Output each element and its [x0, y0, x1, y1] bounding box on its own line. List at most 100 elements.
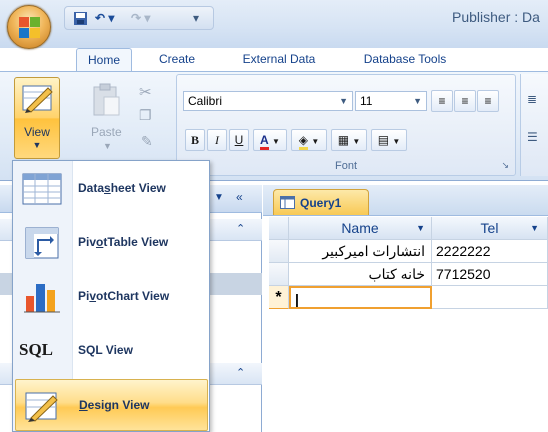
office-button[interactable]: [7, 5, 51, 49]
gridlines-button[interactable]: ▦ ▼: [331, 129, 367, 151]
new-record-tel-cell[interactable]: [432, 286, 548, 309]
bold-label: B: [190, 133, 199, 147]
query-icon: [280, 196, 295, 209]
select-all-box[interactable]: [269, 217, 289, 240]
tab-database-tools[interactable]: Database Tools: [346, 48, 464, 72]
underline-label: U: [234, 133, 244, 147]
rich-text-group-partial: ≣ ☰: [520, 74, 548, 176]
chevron-down-icon: ▼: [339, 96, 348, 106]
fill-bucket-icon: ◈: [298, 133, 308, 150]
dialog-launcher-icon[interactable]: ↘: [501, 160, 509, 171]
tab-label: Create: [158, 52, 196, 66]
sql-view-icon: SQL: [19, 340, 54, 359]
format-painter-icon[interactable]: ✎: [141, 133, 153, 150]
table-cell-name[interactable]: انتشارات امیرکبیر: [289, 240, 432, 263]
tab-label: Database Tools: [363, 52, 447, 66]
column-header-label: Tel: [480, 220, 499, 236]
font-name-value: Calibri: [188, 94, 223, 108]
clipboard-group: Paste ▼ ✂ ❐ ✎: [79, 77, 169, 157]
chevron-down-icon: ▼: [272, 137, 280, 146]
text-cursor: |: [295, 291, 299, 307]
quick-access-toolbar: ↶ ▾ ↷ ▾ ▾: [64, 6, 214, 30]
chevron-down-icon[interactable]: ▼: [416, 217, 425, 239]
redo-icon[interactable]: ↷ ▾: [131, 11, 150, 25]
table-cell-tel[interactable]: 7712520: [432, 263, 548, 286]
table-cell-name[interactable]: خانه کتاب: [289, 263, 432, 286]
pivotchart-view-icon: [24, 284, 60, 313]
column-header-tel[interactable]: Tel ▼: [432, 217, 548, 240]
cut-icon[interactable]: ✂: [139, 83, 152, 101]
gridlines-icon: ▦: [337, 133, 350, 147]
paste-label: Paste: [91, 125, 122, 139]
menu-item-label: PivotChart View: [78, 289, 170, 303]
font-group: Calibri ▼ 11 ▼ ≡ ≡ ≡ B I U A ▼ ◈ ▼ ▦ ▼ ▤…: [176, 74, 516, 176]
tab-external-data[interactable]: External Data: [224, 48, 334, 72]
align-left-button[interactable]: ≡: [431, 90, 453, 112]
menu-item-datasheet-view[interactable]: Datasheet View: [15, 163, 208, 215]
menu-item-design-view[interactable]: Design View: [15, 379, 208, 431]
chevron-down-icon: ▼: [413, 96, 422, 106]
view-button-label: View: [24, 125, 50, 139]
font-color-button[interactable]: A ▼: [253, 129, 287, 151]
font-size-combo[interactable]: 11 ▼: [355, 91, 427, 111]
save-icon[interactable]: [73, 11, 88, 26]
chevron-down-icon: ▼: [352, 137, 361, 146]
tab-create[interactable]: Create: [147, 48, 207, 72]
font-size-value: 11: [360, 94, 373, 108]
menu-item-label: Design View: [79, 398, 150, 412]
pivottable-view-icon: [25, 227, 59, 259]
italic-label: I: [215, 133, 219, 147]
document-tab-query1[interactable]: Query1: [273, 189, 369, 215]
record-selector[interactable]: [269, 240, 289, 263]
document-tab-label: Query1: [300, 196, 342, 210]
collapse-icon[interactable]: ⌃: [236, 222, 245, 235]
menu-item-pivotchart-view[interactable]: PivotChart View: [15, 271, 208, 323]
fill-color-button[interactable]: ◈ ▼: [291, 129, 327, 151]
office-logo-icon: [19, 17, 41, 39]
menu-item-pivottable-view[interactable]: PivotTable View: [15, 217, 208, 269]
window-title: Publisher : Da: [452, 9, 540, 25]
chevron-down-icon: ▼: [32, 140, 42, 150]
copy-icon[interactable]: ❐: [139, 107, 152, 124]
cell-value: خانه کتاب: [368, 266, 425, 282]
paste-icon[interactable]: [91, 83, 121, 117]
table-cell-tel[interactable]: 2222222: [432, 240, 548, 263]
bullets-icon[interactable]: ☰: [527, 130, 538, 144]
bold-button[interactable]: B: [185, 129, 205, 151]
alternate-fill-button[interactable]: ▤ ▼: [371, 129, 407, 151]
new-record-icon: *: [275, 289, 282, 306]
font-group-label: Font: [334, 160, 357, 172]
tab-label: Home: [87, 53, 120, 67]
menu-item-label: Datasheet View: [78, 181, 166, 195]
tab-label: External Data: [242, 52, 316, 66]
shutter-bar-close-icon[interactable]: «: [236, 190, 243, 204]
view-dropdown-menu: Datasheet View PivotTable View PivotChar…: [12, 160, 210, 432]
chevron-down-icon: ▼: [392, 137, 401, 146]
numbering-icon[interactable]: ≣: [527, 92, 537, 106]
align-right-button[interactable]: ≡: [477, 90, 499, 112]
design-view-icon: [25, 392, 58, 422]
customize-qat-icon[interactable]: ▾: [193, 11, 199, 25]
record-selector[interactable]: [269, 263, 289, 286]
undo-icon[interactable]: ↶ ▾: [95, 11, 114, 25]
menu-item-sql-view[interactable]: SQL SQL View: [15, 325, 208, 377]
new-record-name-cell[interactable]: |: [289, 286, 432, 309]
chevron-down-icon[interactable]: ▼: [530, 217, 539, 239]
datasheet-view-icon: [22, 173, 62, 205]
tab-home[interactable]: Home: [76, 48, 132, 72]
new-record-selector[interactable]: *: [269, 286, 289, 309]
align-center-button[interactable]: ≡: [454, 90, 476, 112]
view-button[interactable]: View ▼: [14, 77, 60, 159]
query-document: Query1 Name ▼ Tel ▼ انتشارات امیرکبیر 22…: [263, 185, 548, 432]
align-left-icon: ≡: [438, 94, 446, 108]
underline-button[interactable]: U: [229, 129, 249, 151]
cell-value: انتشارات امیرکبیر: [322, 243, 425, 259]
italic-button[interactable]: I: [207, 129, 227, 151]
collapse-icon[interactable]: ⌃: [236, 366, 245, 379]
menu-item-label: SQL View: [78, 343, 133, 357]
chevron-down-icon: ▼: [311, 137, 320, 146]
font-name-combo[interactable]: Calibri ▼: [183, 91, 353, 111]
design-view-icon: [22, 85, 53, 113]
nav-menu-chevron-icon[interactable]: ▼: [214, 192, 224, 203]
column-header-name[interactable]: Name ▼: [289, 217, 432, 240]
